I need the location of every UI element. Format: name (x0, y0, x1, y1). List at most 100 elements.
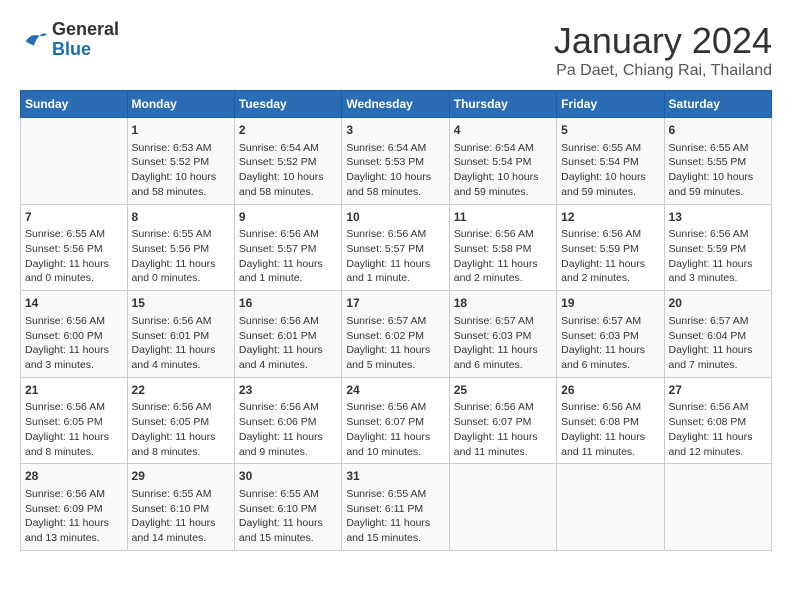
day-info: and 59 minutes. (669, 185, 767, 200)
calendar-cell: 31Sunrise: 6:55 AMSunset: 6:11 PMDayligh… (342, 464, 449, 551)
day-info: Sunset: 6:04 PM (669, 329, 767, 344)
calendar-cell: 9Sunrise: 6:56 AMSunset: 5:57 PMDaylight… (234, 204, 341, 291)
day-info: and 4 minutes. (239, 358, 337, 373)
day-info: Sunrise: 6:56 AM (239, 227, 337, 242)
day-number: 7 (25, 209, 123, 226)
calendar-cell: 15Sunrise: 6:56 AMSunset: 6:01 PMDayligh… (127, 291, 234, 378)
day-info: Daylight: 11 hours (239, 430, 337, 445)
calendar-cell: 16Sunrise: 6:56 AMSunset: 6:01 PMDayligh… (234, 291, 341, 378)
day-info: Sunset: 6:07 PM (346, 415, 444, 430)
day-number: 28 (25, 468, 123, 485)
day-info: Sunrise: 6:53 AM (132, 141, 230, 156)
day-info: Sunrise: 6:57 AM (561, 314, 659, 329)
day-number: 10 (346, 209, 444, 226)
day-info: Sunset: 6:03 PM (454, 329, 552, 344)
day-info: Daylight: 11 hours (346, 343, 444, 358)
day-info: and 9 minutes. (239, 445, 337, 460)
day-info: Sunrise: 6:54 AM (454, 141, 552, 156)
calendar-cell: 6Sunrise: 6:55 AMSunset: 5:55 PMDaylight… (664, 118, 771, 205)
day-info: and 6 minutes. (561, 358, 659, 373)
day-info: Sunrise: 6:55 AM (239, 487, 337, 502)
day-info: and 15 minutes. (346, 531, 444, 546)
day-info: Daylight: 10 hours (669, 170, 767, 185)
day-info: Sunrise: 6:56 AM (561, 227, 659, 242)
day-info: Sunrise: 6:56 AM (454, 227, 552, 242)
day-info: Daylight: 11 hours (669, 430, 767, 445)
day-info: Sunrise: 6:57 AM (669, 314, 767, 329)
day-info: Sunset: 5:54 PM (561, 155, 659, 170)
day-info: Daylight: 11 hours (25, 257, 123, 272)
day-info: Sunset: 6:01 PM (132, 329, 230, 344)
calendar-header-row: SundayMondayTuesdayWednesdayThursdayFrid… (21, 91, 772, 118)
day-info: Sunset: 5:56 PM (132, 242, 230, 257)
day-info: Daylight: 11 hours (25, 516, 123, 531)
day-info: Daylight: 11 hours (25, 430, 123, 445)
day-number: 29 (132, 468, 230, 485)
calendar-cell (557, 464, 664, 551)
day-info: Daylight: 11 hours (239, 257, 337, 272)
calendar-week-row: 21Sunrise: 6:56 AMSunset: 6:05 PMDayligh… (21, 377, 772, 464)
calendar-cell (21, 118, 128, 205)
calendar-cell: 22Sunrise: 6:56 AMSunset: 6:05 PMDayligh… (127, 377, 234, 464)
day-number: 27 (669, 382, 767, 399)
day-info: Sunset: 6:11 PM (346, 502, 444, 517)
location: Pa Daet, Chiang Rai, Thailand (554, 62, 772, 80)
day-info: Daylight: 11 hours (454, 257, 552, 272)
logo-icon (20, 26, 48, 54)
day-info: Sunrise: 6:56 AM (239, 314, 337, 329)
day-info: Sunrise: 6:56 AM (669, 227, 767, 242)
column-header-thursday: Thursday (449, 91, 556, 118)
day-number: 31 (346, 468, 444, 485)
calendar-week-row: 14Sunrise: 6:56 AMSunset: 6:00 PMDayligh… (21, 291, 772, 378)
calendar-cell: 19Sunrise: 6:57 AMSunset: 6:03 PMDayligh… (557, 291, 664, 378)
calendar-cell: 3Sunrise: 6:54 AMSunset: 5:53 PMDaylight… (342, 118, 449, 205)
day-info: Sunset: 6:03 PM (561, 329, 659, 344)
column-header-friday: Friday (557, 91, 664, 118)
day-info: Daylight: 11 hours (132, 257, 230, 272)
day-info: Daylight: 11 hours (132, 516, 230, 531)
day-info: Sunrise: 6:57 AM (454, 314, 552, 329)
column-header-monday: Monday (127, 91, 234, 118)
day-info: Sunset: 6:08 PM (561, 415, 659, 430)
column-header-tuesday: Tuesday (234, 91, 341, 118)
calendar-cell: 8Sunrise: 6:55 AMSunset: 5:56 PMDaylight… (127, 204, 234, 291)
day-info: Daylight: 11 hours (454, 430, 552, 445)
day-info: and 0 minutes. (25, 271, 123, 286)
calendar-cell: 7Sunrise: 6:55 AMSunset: 5:56 PMDaylight… (21, 204, 128, 291)
calendar-cell: 28Sunrise: 6:56 AMSunset: 6:09 PMDayligh… (21, 464, 128, 551)
day-number: 16 (239, 295, 337, 312)
day-number: 12 (561, 209, 659, 226)
day-info: Daylight: 11 hours (346, 430, 444, 445)
day-info: Daylight: 11 hours (561, 430, 659, 445)
day-number: 25 (454, 382, 552, 399)
day-info: and 8 minutes. (25, 445, 123, 460)
calendar-cell: 24Sunrise: 6:56 AMSunset: 6:07 PMDayligh… (342, 377, 449, 464)
day-info: Sunrise: 6:55 AM (25, 227, 123, 242)
day-info: Sunset: 6:05 PM (132, 415, 230, 430)
day-number: 11 (454, 209, 552, 226)
day-info: Sunrise: 6:56 AM (669, 400, 767, 415)
day-info: Sunrise: 6:56 AM (25, 487, 123, 502)
day-info: and 11 minutes. (454, 445, 552, 460)
day-info: Daylight: 11 hours (239, 516, 337, 531)
day-number: 30 (239, 468, 337, 485)
calendar-cell: 27Sunrise: 6:56 AMSunset: 6:08 PMDayligh… (664, 377, 771, 464)
calendar-week-row: 28Sunrise: 6:56 AMSunset: 6:09 PMDayligh… (21, 464, 772, 551)
day-info: and 8 minutes. (132, 445, 230, 460)
day-number: 19 (561, 295, 659, 312)
day-info: Sunset: 6:08 PM (669, 415, 767, 430)
day-info: Sunrise: 6:55 AM (132, 487, 230, 502)
day-info: Sunset: 6:07 PM (454, 415, 552, 430)
day-number: 21 (25, 382, 123, 399)
day-info: Sunset: 5:52 PM (132, 155, 230, 170)
page-header: General Blue January 2024 Pa Daet, Chian… (20, 20, 772, 80)
day-number: 24 (346, 382, 444, 399)
calendar-cell: 26Sunrise: 6:56 AMSunset: 6:08 PMDayligh… (557, 377, 664, 464)
day-info: Daylight: 11 hours (454, 343, 552, 358)
day-number: 17 (346, 295, 444, 312)
day-info: Sunrise: 6:56 AM (132, 400, 230, 415)
calendar-week-row: 7Sunrise: 6:55 AMSunset: 5:56 PMDaylight… (21, 204, 772, 291)
calendar-cell: 23Sunrise: 6:56 AMSunset: 6:06 PMDayligh… (234, 377, 341, 464)
day-number: 5 (561, 122, 659, 139)
day-info: Sunrise: 6:54 AM (239, 141, 337, 156)
